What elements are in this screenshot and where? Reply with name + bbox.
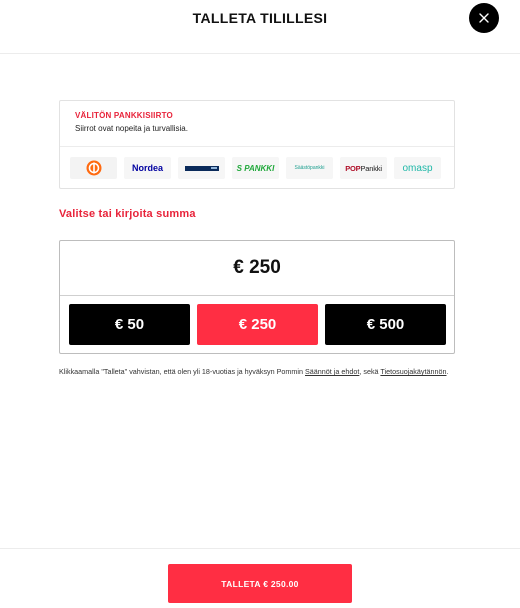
privacy-link[interactable]: Tietosuojakäytännön [380, 367, 446, 376]
preset-500-button[interactable]: € 500 [325, 304, 446, 345]
bank-transfer-title: VÄLITÖN PANKKISIIRTO [75, 111, 173, 120]
danske-logo-bar [184, 165, 219, 171]
bank-logo-row: Nordea S PANKKI Säästöpankki POP Pankki o… [70, 157, 446, 179]
page-title: TALLETA TILILLESI [192, 10, 328, 26]
pop-text: POP [345, 163, 361, 173]
amount-selector: € 250 € 50 € 250 € 500 [59, 240, 455, 354]
op-logo-mark [86, 160, 101, 176]
terms-text: Klikkaamalla "Talleta" vahvistan, että o… [59, 366, 459, 378]
modal-footer: TALLETA € 250.00 [0, 548, 520, 608]
close-button[interactable] [469, 3, 499, 33]
deposit-button[interactable]: TALLETA € 250.00 [168, 564, 352, 603]
preset-amount-row: € 50 € 250 € 500 [69, 304, 446, 345]
saastopankki-logo: Säästöpankki [286, 157, 333, 179]
bank-transfer-header: VÄLITÖN PANKKISIIRTO Siirrot ovat nopeit… [60, 101, 454, 147]
bank-transfer-subtitle: Siirrot ovat nopeita ja turvallisia. [75, 124, 188, 133]
amount-input[interactable]: € 250 [60, 241, 454, 296]
terms-prefix: Klikkaamalla "Talleta" vahvistan, että o… [59, 367, 305, 376]
bank-transfer-card[interactable]: VÄLITÖN PANKKISIIRTO Siirrot ovat nopeit… [59, 100, 455, 189]
op-logo [70, 157, 117, 179]
close-icon [479, 13, 489, 23]
terms-suffix: . [446, 367, 449, 376]
pankki-text: Pankki [360, 163, 382, 173]
omasp-logo: omasp [394, 157, 441, 179]
modal-header: TALLETA TILILLESI [0, 0, 520, 54]
preset-250-button[interactable]: € 250 [197, 304, 318, 345]
s-pankki-logo: S PANKKI [232, 157, 279, 179]
danske-logo [178, 157, 225, 179]
amount-label: Valitse tai kirjoita summa [59, 208, 196, 220]
rules-link[interactable]: Säännöt ja ehdot [305, 367, 359, 376]
preset-50-button[interactable]: € 50 [69, 304, 190, 345]
nordea-logo: Nordea [124, 157, 171, 179]
pop-pankki-logo: POP Pankki [340, 157, 387, 179]
terms-middle: , sekä [359, 367, 381, 376]
